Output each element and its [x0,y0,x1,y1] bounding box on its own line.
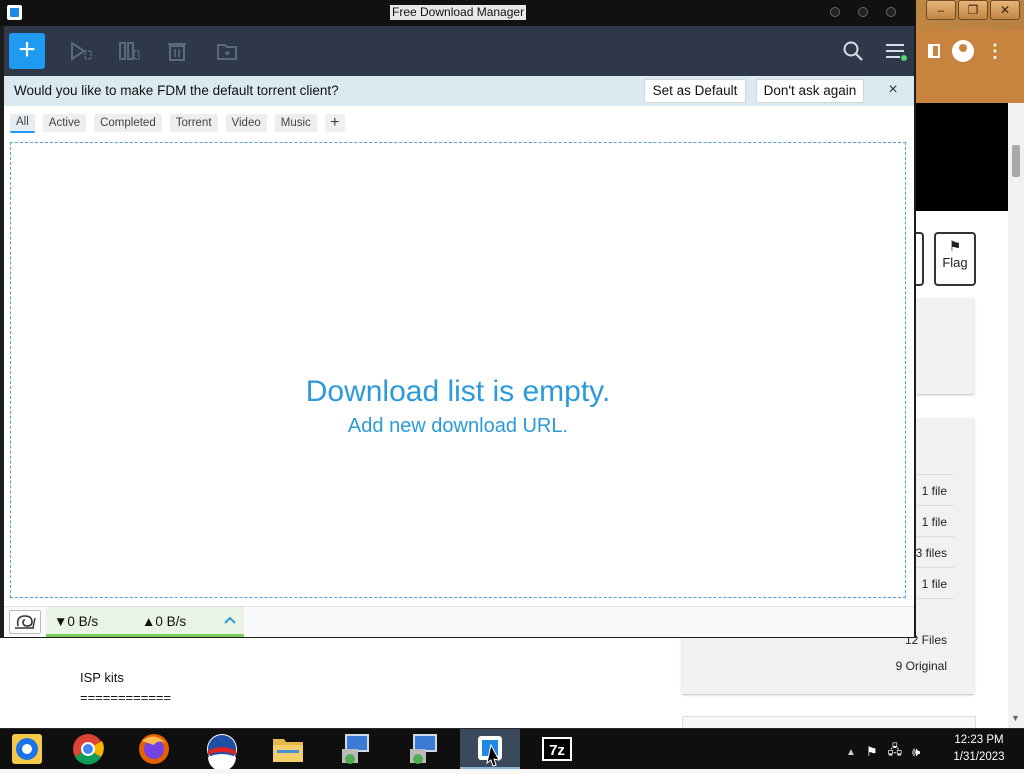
background-dark-block [916,103,1008,211]
fdm-window: Free Download Manager + Would you like t… [0,0,916,638]
flag-button[interactable]: ⚑ Flag [934,232,976,286]
scroll-down-icon[interactable]: ▼ [1011,713,1020,723]
more-menu-icon[interactable]: ⋮ [986,42,1004,60]
tab-all[interactable]: All [10,114,35,133]
maximize-button[interactable]: ❐ [958,0,988,20]
system-tray: ▲ ⚑ 🖧 🕪 [846,741,920,763]
close-button[interactable]: ✕ [990,0,1020,20]
background-scrollbar-thumb[interactable] [1012,145,1020,177]
taskbar-app-file-explorer[interactable] [258,729,318,769]
7zip-icon: 7z [542,737,572,761]
search-icon[interactable] [842,40,864,62]
tab-music[interactable]: Music [274,114,317,132]
add-download-url-link[interactable]: Add new download URL. [11,415,905,438]
volume-icon[interactable]: 🕪 [912,744,920,760]
installer-icon [342,734,369,764]
fdm-toolbar: + [4,26,914,76]
obama-logo-icon [207,734,237,771]
snail-mode-icon[interactable] [9,610,41,634]
notice-close-icon[interactable]: × [884,81,902,99]
file-count-text: 3 files [915,546,947,560]
file-count-text: 1 file [921,577,947,591]
taskbar-app-installer-2[interactable] [394,729,454,769]
filter-tabs: All Active Completed Torrent Video Music… [10,114,345,133]
tab-torrent[interactable]: Torrent [169,114,218,132]
download-drop-zone[interactable]: Download list is empty. Add new download… [10,142,906,598]
add-tab-button[interactable]: + [324,114,345,132]
maximize-button[interactable] [858,7,868,17]
set-as-default-button[interactable]: Set as Default [644,79,746,103]
download-list-area: All Active Completed Torrent Video Music… [4,106,914,606]
status-bar: ▼0 B/s ▲0 B/s [4,606,914,637]
chrome-dev-icon [12,734,42,764]
fdm-icon [478,736,502,767]
clock-time[interactable]: 12:23 PM [948,734,1010,746]
taskbar-app-7zip[interactable]: 7z [528,729,588,769]
svg-text:7z: 7z [549,742,565,759]
action-center-flag-icon[interactable]: ⚑ [866,744,878,760]
installer-icon [410,734,437,764]
upload-speed: ▲0 B/s [142,614,187,629]
menu-icon[interactable] [884,40,908,62]
network-icon[interactable]: 🖧 [888,741,903,763]
default-client-notice: Would you like to make FDM the default t… [4,76,914,106]
fdm-app-icon [7,5,22,20]
delete-icon[interactable] [166,41,188,61]
speed-indicator[interactable]: ▼0 B/s ▲0 B/s [46,607,244,637]
profile-icon[interactable] [952,40,974,62]
download-speed: ▼0 B/s [54,614,99,629]
side-panel-icon[interactable] [928,44,940,58]
show-hidden-icons-icon[interactable]: ▲ [846,747,856,758]
minimize-button[interactable] [830,7,840,17]
pause-icon[interactable] [118,41,140,61]
taskbar-app-obama[interactable] [192,729,252,771]
tab-active[interactable]: Active [42,114,87,132]
file-count-text: 1 file [921,484,947,498]
notice-text: Would you like to make FDM the default t… [14,83,339,98]
firefox-icon [139,734,169,764]
minimize-button[interactable]: – [926,0,956,20]
clock-date[interactable]: 1/31/2023 [948,751,1010,763]
taskbar-app-chrome-dev[interactable] [0,729,60,769]
tab-video[interactable]: Video [225,114,267,132]
window-title: Free Download Manager [390,5,527,20]
background-card [916,298,974,394]
taskbar-app-firefox[interactable] [124,729,184,769]
taskbar: 7z ▲ ⚑ 🖧 🕪 12:23 PM 1/31/2023 [0,728,1024,771]
move-folder-icon[interactable] [216,41,238,61]
chrome-icon [73,734,104,765]
taskbar-app-chrome[interactable] [58,729,118,769]
tab-completed[interactable]: Completed [94,114,162,132]
background-browser-toolbar-icons: ⋮ [928,40,1004,62]
chevron-up-icon[interactable] [222,612,238,628]
taskbar-app-free-download-manager[interactable] [460,729,520,769]
fdm-titlebar[interactable]: Free Download Manager [0,0,916,26]
flag-icon: ⚑ [948,238,962,254]
close-button[interactable] [886,7,896,17]
isp-kits-text: ISP kits [80,670,124,685]
empty-list-title: Download list is empty. [305,375,611,408]
file-count-text: 1 file [921,515,947,529]
add-download-button[interactable]: + [9,33,45,69]
files-original-text: 9 Original [895,659,947,673]
rule-text: ============ [80,690,172,705]
background-window-controls: – ❐ ✕ [926,0,1020,20]
taskbar-app-installer-1[interactable] [326,729,386,769]
dont-ask-again-button[interactable]: Don't ask again [756,79,864,103]
resume-icon[interactable] [70,41,92,61]
flag-label: Flag [942,255,968,270]
file-count-row [916,598,954,630]
folder-icon [273,739,303,762]
background-scrollbar[interactable] [1008,103,1024,728]
